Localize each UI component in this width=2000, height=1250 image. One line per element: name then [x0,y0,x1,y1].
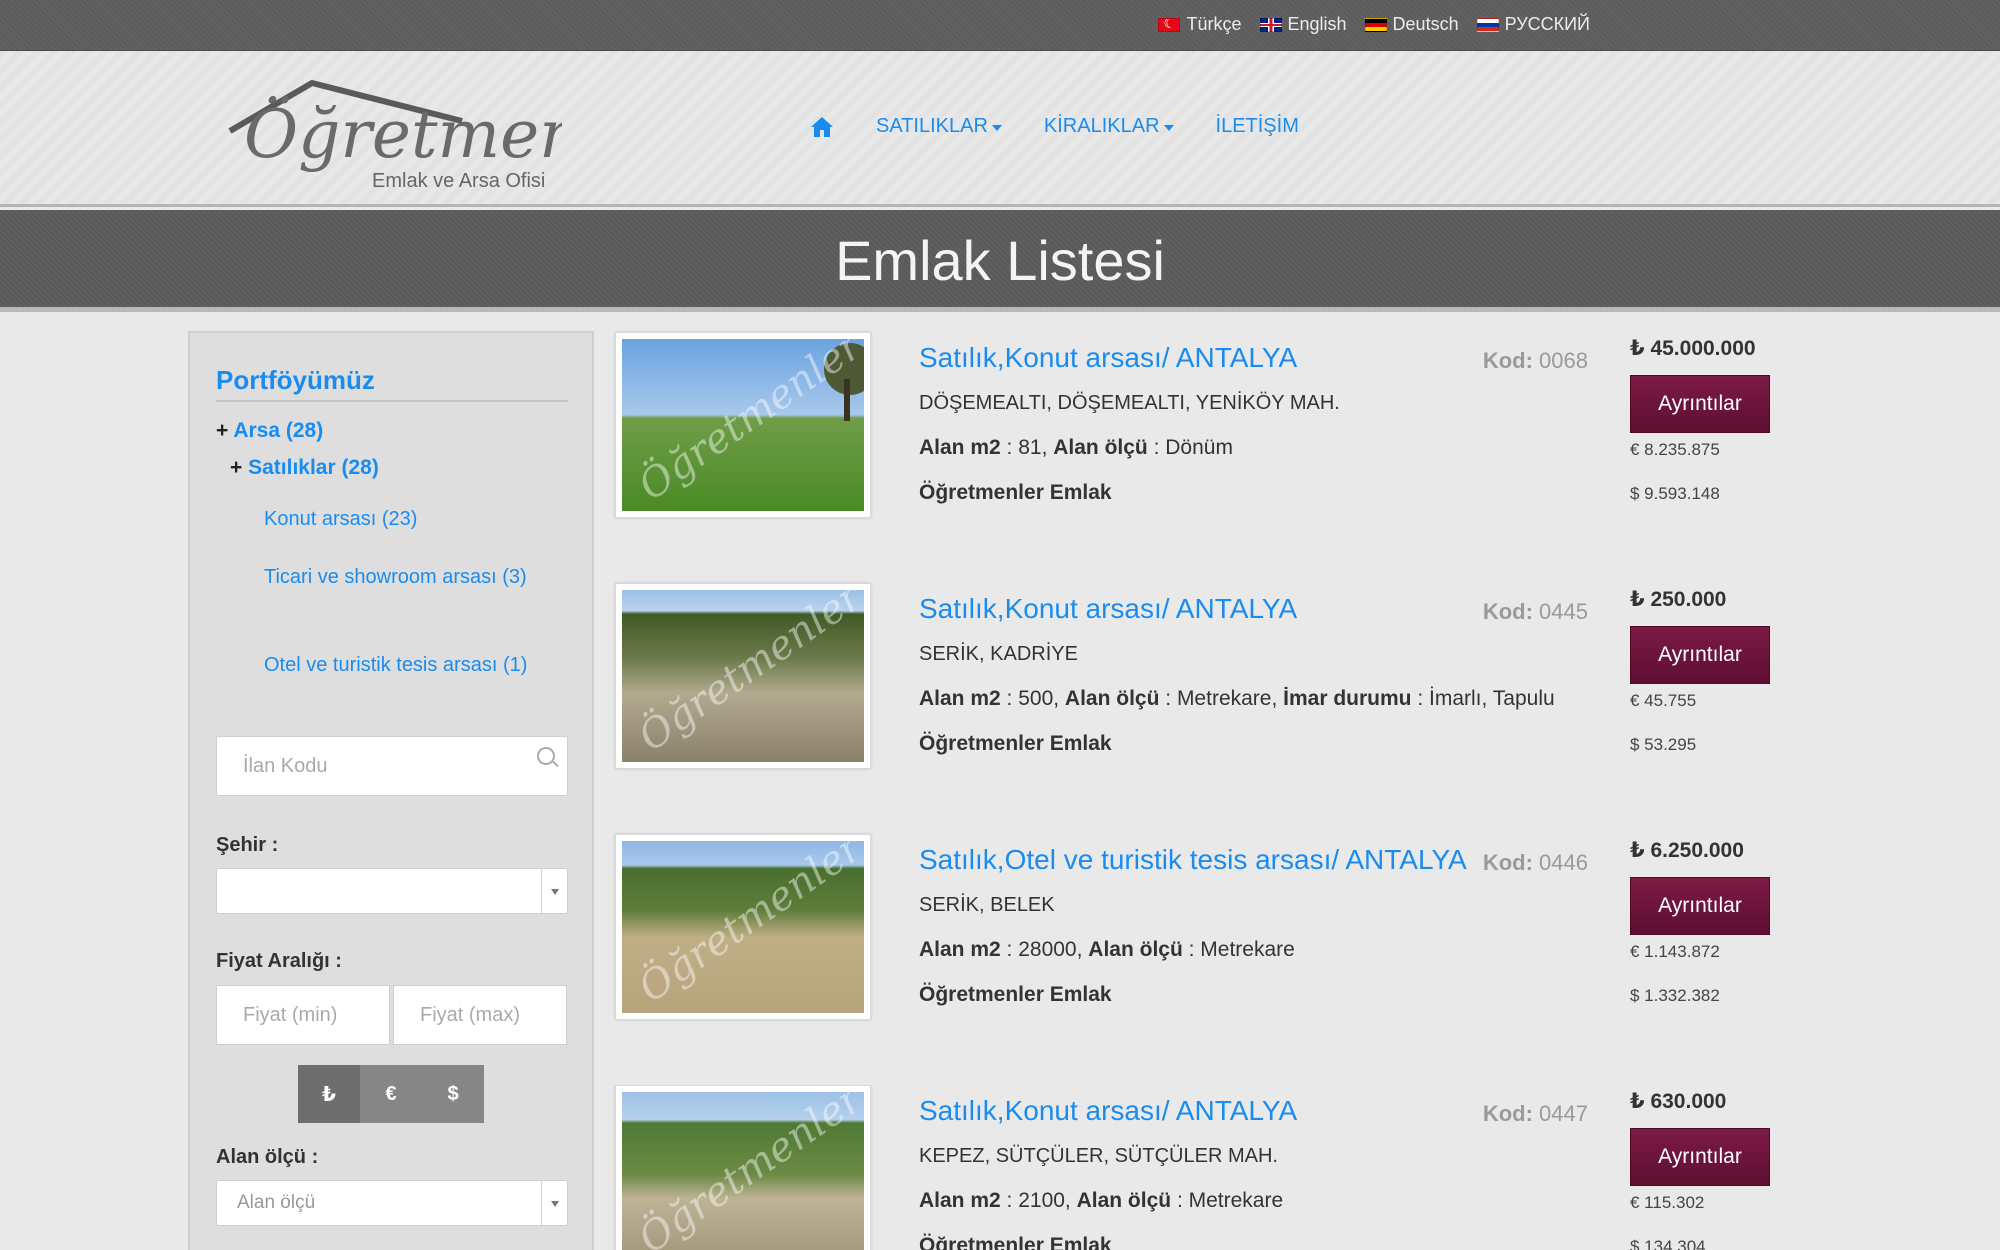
nav-label: SATILIKLAR [876,115,988,137]
listing-thumbnail[interactable]: Öğretmenler [615,1085,871,1250]
turkey-flag-icon [1158,17,1181,32]
germany-flag-icon [1364,17,1387,32]
listing-details: Alan m2 : 2100, Alan ölçü : Metrekare [919,1189,1284,1212]
listing-location: SERİK, BELEK [919,894,1055,916]
listing-price-usd: $ 9.593.148 [1630,484,1720,503]
logo-name: Öğretmenler [244,96,562,173]
uk-flag-icon [1259,17,1282,32]
russia-flag-icon [1476,17,1499,32]
listing-agent: Öğretmenler Emlak [919,1234,1112,1250]
listing-agent: Öğretmenler Emlak [919,732,1112,755]
listing-price-try: ₺ 45.000.000 [1630,337,1756,360]
listing-price-try: ₺ 630.000 [1630,1090,1727,1113]
nav-label: İLETİŞİM [1215,115,1299,137]
listing-price-usd: $ 53.295 [1630,735,1697,754]
main-nav: SATILIKLAR KİRALIKLAR İLETİŞİM [810,115,1299,138]
listing-details: Alan m2 : 28000, Alan ölçü : Metrekare [919,938,1295,961]
listing-thumbnail[interactable]: Öğretmenler [615,834,871,1020]
listing-agent: Öğretmenler Emlak [919,983,1112,1006]
title-banner: Emlak Listesi [0,210,2000,312]
watermark-logo: Öğretmenler [630,1092,864,1250]
listing-photo: Öğretmenler [622,590,864,762]
nav-satiliklar[interactable]: SATILIKLAR [876,115,1002,138]
site-header: Öğretmenler Emlak ve Arsa Ofisi SATILIKL… [0,51,2000,207]
listing-photo: Öğretmenler [622,841,864,1013]
listing-item: Öğretmenler Satılık,Konut arsası/ ANTALY… [0,332,2000,572]
listing-title-link[interactable]: Satılık,Konut arsası/ ANTALYA [919,342,1297,374]
details-button[interactable]: Ayrıntılar [1630,1128,1770,1186]
nav-label: KİRALIKLAR [1043,115,1160,137]
listing-price-try: ₺ 250.000 [1630,588,1727,611]
listing-location: KEPEZ, SÜTÇÜLER, SÜTÇÜLER MAH. [919,1145,1278,1167]
watermark-logo: Öğretmenler [630,590,864,761]
listing-item: Öğretmenler Satılık,Otel ve turistik tes… [0,834,2000,1074]
logo-graphic: Öğretmenler Emlak ve Arsa Ofisi [228,80,677,192]
lang-german[interactable]: Deutsch [1364,14,1459,35]
listing-location: SERİK, KADRİYE [919,643,1078,665]
lang-label: РУССКИЙ [1504,14,1590,34]
listing-title-link[interactable]: Satılık,Otel ve turistik tesis arsası/ A… [919,844,1467,876]
listing-code: Kod: 0445 [1482,599,1588,624]
details-button[interactable]: Ayrıntılar [1630,877,1770,935]
lang-label: English [1287,14,1347,34]
listing-price-eur: € 1.143.872 [1630,942,1720,961]
nav-kiraliklar[interactable]: KİRALIKLAR [1044,115,1174,138]
listing-code: Kod: 0447 [1482,1101,1588,1126]
lang-label: Deutsch [1392,14,1459,34]
watermark-logo: Öğretmenler [630,841,864,1012]
listing-location: DÖŞEMEALTI, DÖŞEMEALTI, YENİKÖY MAH. [919,392,1340,414]
listing-details: Alan m2 : 500, Alan ölçü : Metrekare, İm… [919,687,1555,710]
listing-price-eur: € 45.755 [1630,691,1697,710]
logo-tagline: Emlak ve Arsa Ofisi [372,170,545,192]
language-bar: Türkçe English Deutsch РУССКИЙ [0,0,2000,51]
listing-photo: Öğretmenler [622,1092,864,1250]
caret-down-icon [991,125,1002,131]
listing-details: Alan m2 : 81, Alan ölçü : Dönüm [919,436,1233,459]
listing-title-link[interactable]: Satılık,Konut arsası/ ANTALYA [919,1095,1297,1127]
listing-photo: Öğretmenler [622,339,864,511]
nav-home[interactable] [810,116,834,138]
listing-thumbnail[interactable]: Öğretmenler [615,583,871,769]
listing-price-usd: $ 134.304 [1630,1237,1706,1250]
listing-item: Öğretmenler Satılık,Konut arsası/ ANTALY… [0,583,2000,823]
details-button[interactable]: Ayrıntılar [1630,375,1770,433]
listing-thumbnail[interactable]: Öğretmenler [615,332,871,518]
language-list: Türkçe English Deutsch РУССКИЙ [1158,14,1590,35]
listing-price-eur: € 115.302 [1630,1193,1705,1212]
lang-label: Türkçe [1186,14,1242,34]
listing-price-eur: € 8.235.875 [1630,440,1720,459]
listing-title-link[interactable]: Satılık,Konut arsası/ ANTALYA [919,593,1297,625]
caret-down-icon [1163,125,1174,131]
site-logo[interactable]: Öğretmenler Emlak ve Arsa Ofisi [222,69,677,194]
listing-price-try: ₺ 6.250.000 [1630,839,1744,862]
details-button[interactable]: Ayrıntılar [1630,626,1770,684]
lang-russian[interactable]: РУССКИЙ [1476,14,1590,35]
page-title: Emlak Listesi [835,229,1165,292]
lang-turkish[interactable]: Türkçe [1158,14,1242,35]
lang-english[interactable]: English [1259,14,1347,35]
listing-code: Kod: 0446 [1482,850,1588,875]
nav-iletisim[interactable]: İLETİŞİM [1216,115,1299,138]
home-icon [811,116,833,137]
listing-agent: Öğretmenler Emlak [919,481,1112,504]
listing-item: Öğretmenler Satılık,Konut arsası/ ANTALY… [0,1085,2000,1250]
listing-code: Kod: 0068 [1482,348,1588,373]
listing-price-usd: $ 1.332.382 [1630,986,1720,1005]
